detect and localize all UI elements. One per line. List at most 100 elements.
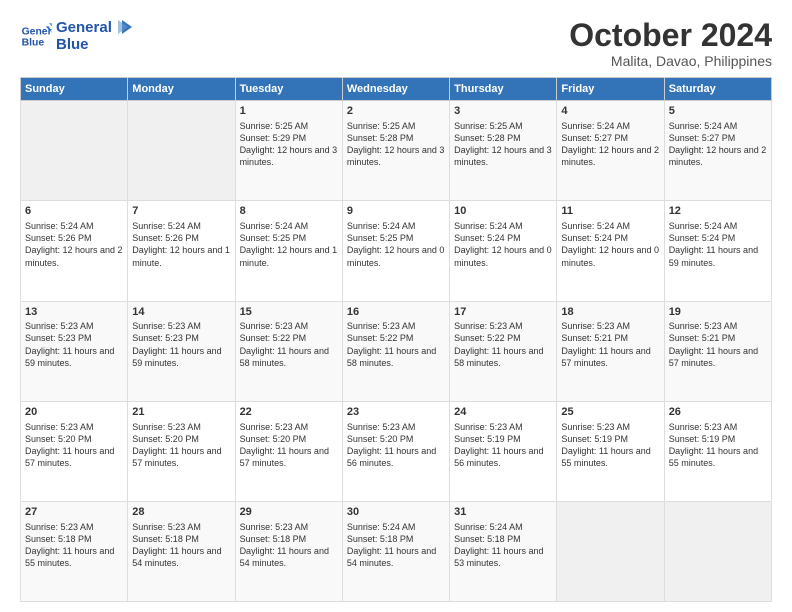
- calendar-cell: 20Sunrise: 5:23 AM Sunset: 5:20 PM Dayli…: [21, 401, 128, 501]
- day-info: Sunrise: 5:23 AM Sunset: 5:18 PM Dayligh…: [25, 521, 123, 570]
- calendar-cell: 29Sunrise: 5:23 AM Sunset: 5:18 PM Dayli…: [235, 501, 342, 601]
- day-number: 14: [132, 305, 230, 320]
- day-info: Sunrise: 5:24 AM Sunset: 5:18 PM Dayligh…: [454, 521, 552, 570]
- day-info: Sunrise: 5:23 AM Sunset: 5:22 PM Dayligh…: [347, 320, 445, 369]
- day-number: 26: [669, 405, 767, 420]
- calendar-cell: 14Sunrise: 5:23 AM Sunset: 5:23 PM Dayli…: [128, 301, 235, 401]
- day-number: 30: [347, 505, 445, 520]
- calendar-cell: [21, 101, 128, 201]
- day-info: Sunrise: 5:23 AM Sunset: 5:23 PM Dayligh…: [132, 320, 230, 369]
- day-info: Sunrise: 5:23 AM Sunset: 5:21 PM Dayligh…: [561, 320, 659, 369]
- day-number: 11: [561, 204, 659, 219]
- calendar-cell: 4Sunrise: 5:24 AM Sunset: 5:27 PM Daylig…: [557, 101, 664, 201]
- calendar-cell: 21Sunrise: 5:23 AM Sunset: 5:20 PM Dayli…: [128, 401, 235, 501]
- month-title: October 2024: [569, 18, 772, 53]
- day-number: 17: [454, 305, 552, 320]
- day-number: 21: [132, 405, 230, 420]
- calendar-cell: 1Sunrise: 5:25 AM Sunset: 5:29 PM Daylig…: [235, 101, 342, 201]
- day-info: Sunrise: 5:24 AM Sunset: 5:26 PM Dayligh…: [132, 220, 230, 269]
- page: General Blue General Blue October 2024 M…: [0, 0, 792, 612]
- title-block: October 2024 Malita, Davao, Philippines: [569, 18, 772, 69]
- day-number: 3: [454, 104, 552, 119]
- day-info: Sunrise: 5:23 AM Sunset: 5:20 PM Dayligh…: [25, 421, 123, 470]
- day-info: Sunrise: 5:25 AM Sunset: 5:28 PM Dayligh…: [347, 120, 445, 169]
- logo: General Blue General Blue: [20, 18, 132, 53]
- calendar-cell: 15Sunrise: 5:23 AM Sunset: 5:22 PM Dayli…: [235, 301, 342, 401]
- day-info: Sunrise: 5:23 AM Sunset: 5:22 PM Dayligh…: [454, 320, 552, 369]
- calendar-cell: 23Sunrise: 5:23 AM Sunset: 5:20 PM Dayli…: [342, 401, 449, 501]
- day-number: 20: [25, 405, 123, 420]
- day-number: 31: [454, 505, 552, 520]
- calendar-week-2: 6 Sunrise: 5:24 AM Sunset: 5:26 PM Daylig…: [21, 201, 772, 301]
- day-info: Sunrise: 5:24 AM Sunset: 5:24 PM Dayligh…: [454, 220, 552, 269]
- calendar-cell: 17Sunrise: 5:23 AM Sunset: 5:22 PM Dayli…: [450, 301, 557, 401]
- weekday-header-sunday: Sunday: [21, 78, 128, 101]
- day-number: 8: [240, 204, 338, 219]
- calendar-cell: 30Sunrise: 5:24 AM Sunset: 5:18 PM Dayli…: [342, 501, 449, 601]
- day-info: Sunrise: 5:23 AM Sunset: 5:19 PM Dayligh…: [454, 421, 552, 470]
- calendar-body: 1Sunrise: 5:25 AM Sunset: 5:29 PM Daylig…: [21, 101, 772, 602]
- logo-general: General: [56, 19, 112, 36]
- calendar-table: SundayMondayTuesdayWednesdayThursdayFrid…: [20, 77, 772, 602]
- day-number: 9: [347, 204, 445, 219]
- calendar-cell: 19Sunrise: 5:23 AM Sunset: 5:21 PM Dayli…: [664, 301, 771, 401]
- weekday-header-tuesday: Tuesday: [235, 78, 342, 101]
- calendar-cell: 3Sunrise: 5:25 AM Sunset: 5:28 PM Daylig…: [450, 101, 557, 201]
- calendar-cell: 18Sunrise: 5:23 AM Sunset: 5:21 PM Dayli…: [557, 301, 664, 401]
- day-info: Sunrise: 5:23 AM Sunset: 5:18 PM Dayligh…: [132, 521, 230, 570]
- calendar-week-1: 1Sunrise: 5:25 AM Sunset: 5:29 PM Daylig…: [21, 101, 772, 201]
- calendar-cell: 27Sunrise: 5:23 AM Sunset: 5:18 PM Dayli…: [21, 501, 128, 601]
- calendar-cell: [128, 101, 235, 201]
- weekday-header-friday: Friday: [557, 78, 664, 101]
- day-number: 16: [347, 305, 445, 320]
- day-info: Sunrise: 5:23 AM Sunset: 5:23 PM Dayligh…: [25, 320, 123, 369]
- day-number: 23: [347, 405, 445, 420]
- day-number: 10: [454, 204, 552, 219]
- weekday-header-saturday: Saturday: [664, 78, 771, 101]
- calendar-cell: 9Sunrise: 5:24 AM Sunset: 5:25 PM Daylig…: [342, 201, 449, 301]
- day-number: 25: [561, 405, 659, 420]
- day-info: Sunrise: 5:23 AM Sunset: 5:19 PM Dayligh…: [669, 421, 767, 470]
- day-number: 6: [25, 204, 123, 219]
- calendar-cell: 22Sunrise: 5:23 AM Sunset: 5:20 PM Dayli…: [235, 401, 342, 501]
- day-number: 22: [240, 405, 338, 420]
- day-info: Sunrise: 5:23 AM Sunset: 5:20 PM Dayligh…: [240, 421, 338, 470]
- day-number: 24: [454, 405, 552, 420]
- day-info: Sunrise: 5:23 AM Sunset: 5:20 PM Dayligh…: [347, 421, 445, 470]
- calendar-cell: 2Sunrise: 5:25 AM Sunset: 5:28 PM Daylig…: [342, 101, 449, 201]
- day-number: 27: [25, 505, 123, 520]
- day-info: Sunrise: 5:24 AM Sunset: 5:25 PM Dayligh…: [240, 220, 338, 269]
- day-info: Sunrise: 5:24 AM Sunset: 5:27 PM Dayligh…: [561, 120, 659, 169]
- calendar-cell: 8Sunrise: 5:24 AM Sunset: 5:25 PM Daylig…: [235, 201, 342, 301]
- logo-arrow-icon: [114, 18, 132, 36]
- logo-blue: Blue: [56, 36, 132, 53]
- day-info: Sunrise: 5:24 AM Sunset: 5:25 PM Dayligh…: [347, 220, 445, 269]
- day-info: Sunrise: 5:23 AM Sunset: 5:19 PM Dayligh…: [561, 421, 659, 470]
- calendar-week-5: 27Sunrise: 5:23 AM Sunset: 5:18 PM Dayli…: [21, 501, 772, 601]
- calendar-header: SundayMondayTuesdayWednesdayThursdayFrid…: [21, 78, 772, 101]
- weekday-header-thursday: Thursday: [450, 78, 557, 101]
- day-number: 5: [669, 104, 767, 119]
- calendar-cell: 10Sunrise: 5:24 AM Sunset: 5:24 PM Dayli…: [450, 201, 557, 301]
- day-number: 4: [561, 104, 659, 119]
- weekday-header-row: SundayMondayTuesdayWednesdayThursdayFrid…: [21, 78, 772, 101]
- day-info: Sunrise: 5:25 AM Sunset: 5:29 PM Dayligh…: [240, 120, 338, 169]
- calendar-cell: 31Sunrise: 5:24 AM Sunset: 5:18 PM Dayli…: [450, 501, 557, 601]
- day-number: 7: [132, 204, 230, 219]
- calendar-week-4: 20Sunrise: 5:23 AM Sunset: 5:20 PM Dayli…: [21, 401, 772, 501]
- calendar-cell: 26Sunrise: 5:23 AM Sunset: 5:19 PM Dayli…: [664, 401, 771, 501]
- calendar-cell: 24Sunrise: 5:23 AM Sunset: 5:19 PM Dayli…: [450, 401, 557, 501]
- calendar-cell: [557, 501, 664, 601]
- day-info: Sunrise: 5:23 AM Sunset: 5:20 PM Dayligh…: [132, 421, 230, 470]
- day-number: 19: [669, 305, 767, 320]
- day-info: Sunrise: 5:24 AM Sunset: 5:24 PM Dayligh…: [561, 220, 659, 269]
- calendar-cell: 28Sunrise: 5:23 AM Sunset: 5:18 PM Dayli…: [128, 501, 235, 601]
- location: Malita, Davao, Philippines: [569, 53, 772, 69]
- day-info: Sunrise: 5:23 AM Sunset: 5:21 PM Dayligh…: [669, 320, 767, 369]
- calendar-cell: [664, 501, 771, 601]
- day-info: Sunrise: 5:24 AM Sunset: 5:27 PM Dayligh…: [669, 120, 767, 169]
- day-number: 18: [561, 305, 659, 320]
- calendar-cell: 6Sunrise: 5:24 AM Sunset: 5:26 PM Daylig…: [21, 201, 128, 301]
- day-number: 28: [132, 505, 230, 520]
- calendar-cell: 16Sunrise: 5:23 AM Sunset: 5:22 PM Dayli…: [342, 301, 449, 401]
